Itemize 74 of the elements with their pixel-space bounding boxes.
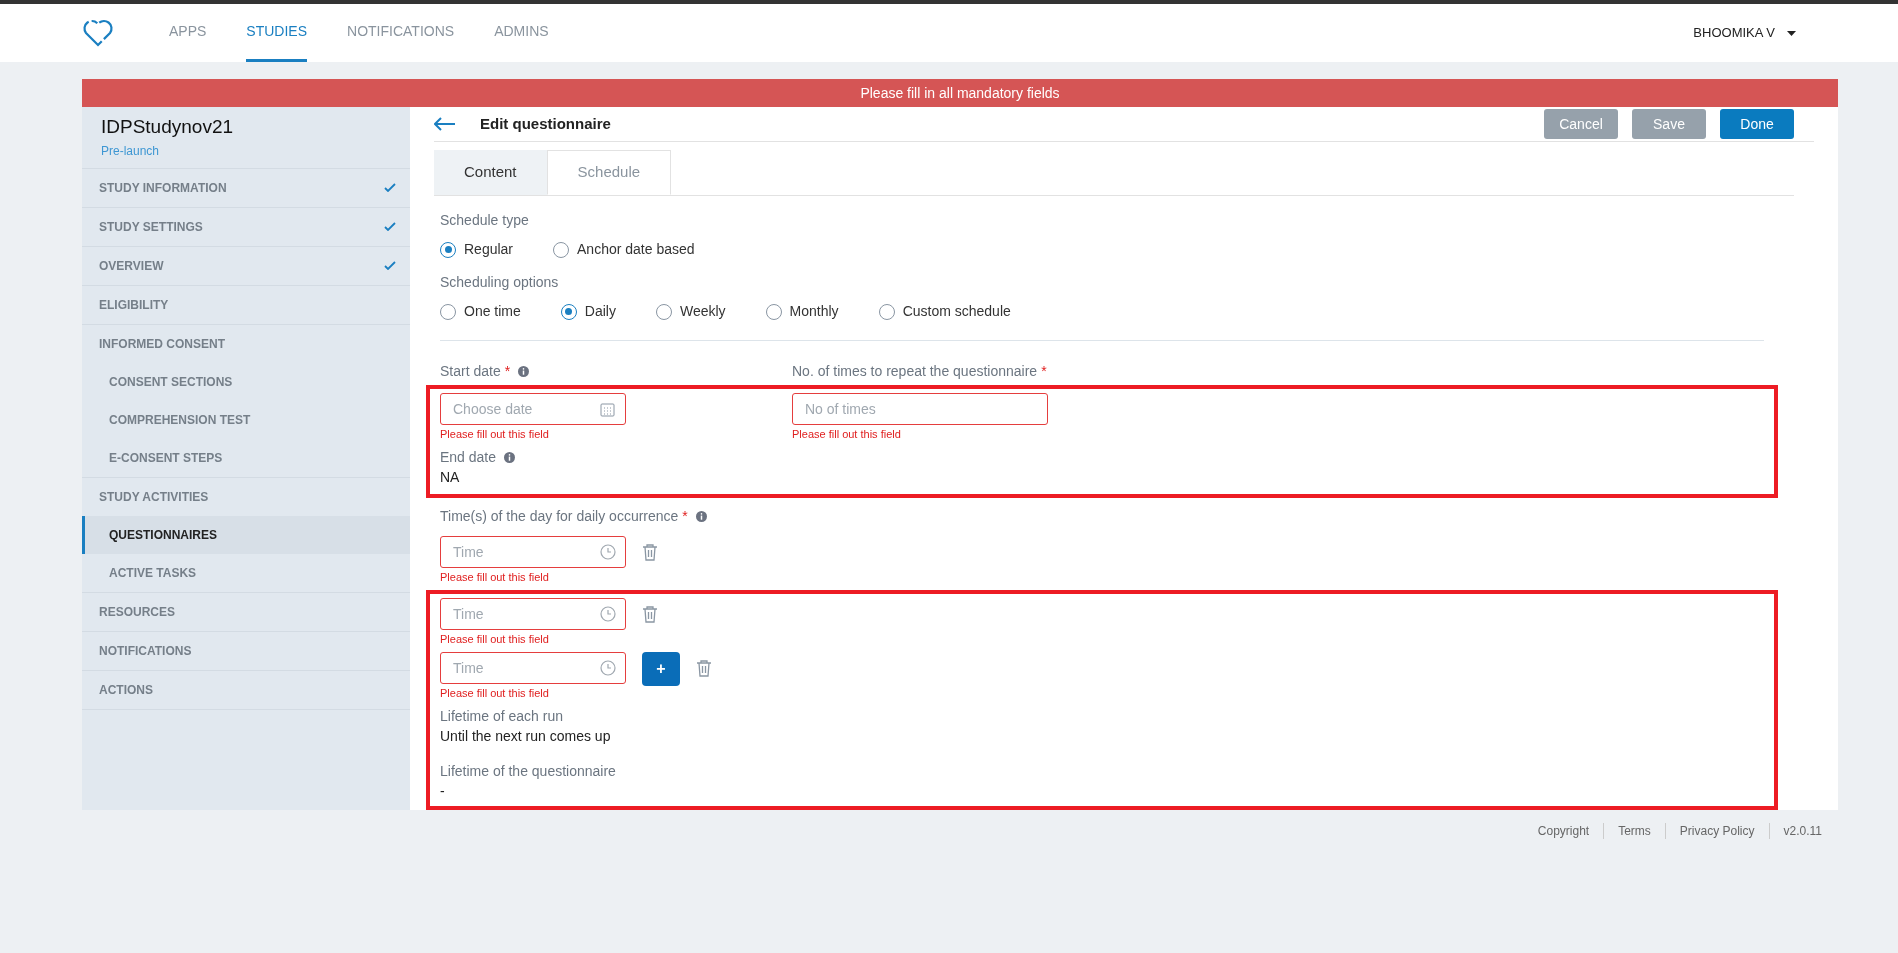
section-label: Schedule type	[440, 211, 530, 230]
sidebar-item[interactable]: ACTIONS	[82, 670, 410, 709]
back-arrow-icon[interactable]	[434, 117, 456, 131]
radio-option[interactable]: Monthly	[765, 301, 839, 322]
editor-tab[interactable]: Content	[434, 150, 547, 195]
error-message: Please fill out this field	[440, 687, 550, 700]
sidebar-subitem[interactable]: CONSENT SECTIONS	[82, 362, 410, 401]
nav-tab[interactable]: ADMINS	[494, 4, 549, 62]
required-asterisk: *	[682, 506, 688, 526]
study-status: Pre-launch	[101, 142, 161, 160]
action-button[interactable]: Done	[1720, 109, 1794, 139]
editor-tab[interactable]: Schedule	[546, 150, 672, 195]
footer-link[interactable]: Copyright	[1537, 822, 1590, 840]
time-field[interactable]: Time	[440, 598, 626, 630]
nav-tab[interactable]: APPS	[169, 4, 207, 62]
radio-option[interactable]: Custom schedule	[878, 301, 1011, 322]
sidebar-subitem[interactable]: ACTIVE TASKS	[82, 553, 410, 592]
field-label: No. of times to repeat the questionnaire	[792, 361, 1038, 381]
nav-tab[interactable]: NOTIFICATIONS	[347, 4, 455, 62]
clock-icon	[600, 544, 616, 560]
sidebar-item[interactable]: STUDY INFORMATION	[82, 168, 410, 207]
clock-icon	[600, 660, 616, 676]
calendar-icon	[600, 402, 615, 417]
delete-icon[interactable]	[642, 606, 658, 623]
add-time-button[interactable]: +	[642, 652, 680, 686]
lifetime-value: -	[440, 782, 446, 801]
sidebar-item[interactable]: RESOURCES	[82, 592, 410, 631]
repeat-count-field[interactable]: No of times	[792, 393, 1048, 425]
lifetime-value: Until the next run comes up	[440, 727, 612, 746]
radio-option[interactable]: Daily	[560, 301, 616, 322]
radio-option[interactable]: Regular	[440, 239, 514, 260]
radio-option[interactable]: Weekly	[655, 301, 726, 322]
sidebar-subitem[interactable]: COMPREHENSION TEST	[82, 400, 410, 439]
nav-tab[interactable]: STUDIES	[246, 4, 308, 62]
end-date-value: NA	[440, 468, 461, 487]
sidebar-subitem[interactable]: E-CONSENT STEPS	[82, 438, 410, 477]
field-label: Start date	[440, 361, 501, 381]
study-name: IDPStudynov21	[101, 115, 235, 139]
sidebar-item[interactable]: NOTIFICATIONS	[82, 631, 410, 670]
delete-icon[interactable]	[696, 660, 712, 677]
section-label: Scheduling options	[440, 273, 560, 292]
error-message: Please fill out this field	[440, 571, 550, 584]
sidebar-item[interactable]: INFORMED CONSENT	[82, 324, 410, 363]
error-banner: Please fill in all mandatory fields	[82, 79, 1838, 107]
error-message: Please fill out this field	[440, 633, 550, 646]
field-label: Lifetime of each run	[440, 706, 563, 726]
field-label: Time(s) of the day for daily occurrence	[440, 506, 679, 526]
time-field[interactable]: Time	[440, 536, 626, 568]
caret-icon[interactable]	[1787, 30, 1796, 36]
action-button[interactable]: Cancel	[1544, 109, 1618, 139]
radio-option[interactable]: Anchor date based	[553, 239, 695, 260]
error-message: Please fill out this field	[440, 428, 550, 441]
required-asterisk: *	[504, 361, 511, 381]
error-message: Please fill out this field	[792, 428, 902, 441]
page-title: Edit questionnaire	[480, 113, 611, 134]
sidebar-item[interactable]: OVERVIEW	[82, 246, 410, 285]
date-field[interactable]: Choose date	[440, 393, 626, 425]
footer-link[interactable]: Privacy Policy	[1679, 822, 1755, 840]
required-asterisk: *	[1041, 361, 1047, 381]
heart-logo-icon	[82, 19, 114, 47]
delete-icon[interactable]	[642, 544, 658, 561]
sidebar-item[interactable]: STUDY ACTIVITIES	[82, 477, 410, 516]
footer-link[interactable]: Terms	[1618, 822, 1651, 840]
sidebar-item[interactable]: ELIGIBILITY	[82, 285, 410, 324]
action-button[interactable]: Save	[1632, 109, 1706, 139]
radio-option[interactable]: One time	[440, 301, 521, 322]
clock-icon	[600, 606, 616, 622]
footer-link[interactable]: v2.0.11	[1783, 822, 1822, 840]
user-menu[interactable]: BHOOMIKA V	[1693, 23, 1775, 43]
time-field[interactable]: Time	[440, 652, 626, 684]
field-label: Lifetime of the questionnaire	[440, 761, 616, 781]
field-label: End date	[440, 447, 497, 467]
sidebar-subitem[interactable]: QUESTIONNAIRES	[82, 515, 410, 554]
sidebar-item[interactable]: STUDY SETTINGS	[82, 207, 410, 246]
